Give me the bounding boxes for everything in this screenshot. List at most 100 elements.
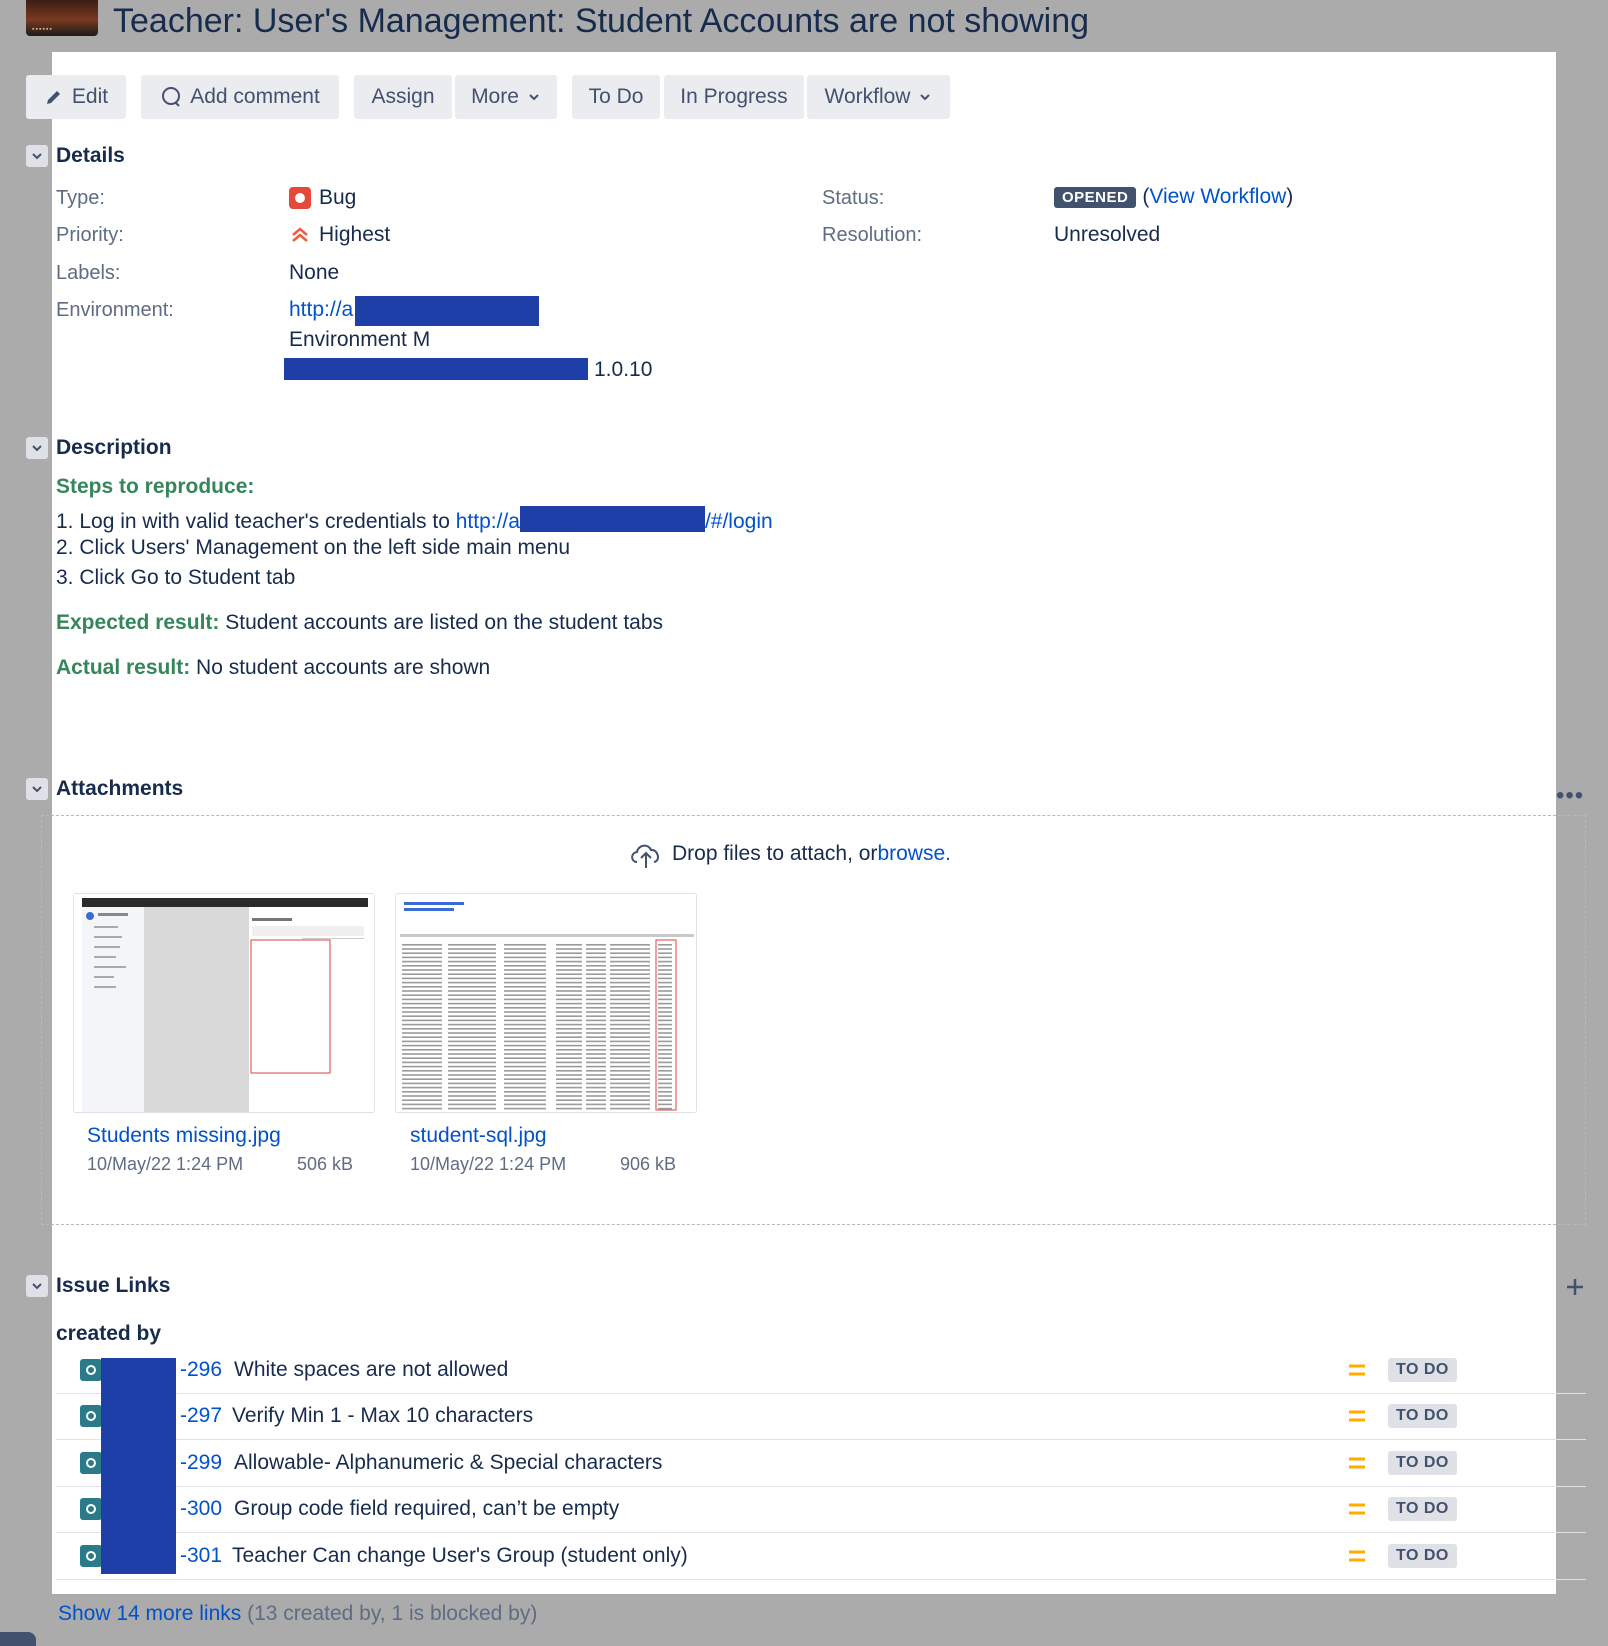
table-line	[658, 956, 672, 959]
table-line	[402, 1023, 442, 1026]
table-line	[610, 1032, 650, 1034]
table-line	[504, 1053, 546, 1055]
edit-label: Edit	[71, 85, 109, 108]
in-progress-button[interactable]: In Progress	[664, 75, 804, 119]
table-line	[658, 1070, 672, 1072]
priority-medium-icon	[1347, 1501, 1367, 1522]
table-line	[504, 1070, 546, 1072]
table-line	[586, 1040, 606, 1043]
table-line	[610, 952, 650, 954]
description-toggle[interactable]	[26, 437, 48, 459]
details-toggle[interactable]	[26, 145, 48, 167]
show-more-links: Show 14 more links (13 created by, 1 is …	[58, 1602, 537, 1626]
table-line	[586, 1044, 606, 1047]
issue-link-row[interactable]: -297 Verify Min 1 - Max 10 characters TO D…	[56, 1394, 1586, 1440]
table-line	[556, 1044, 582, 1047]
status-lozenge[interactable]: OPENED	[1054, 186, 1137, 208]
table-line	[402, 1091, 442, 1093]
table-line	[402, 969, 442, 971]
issue-link-row[interactable]: -299 Allowable- Alphanumeric & Special ch…	[56, 1441, 1586, 1487]
issue-link-row[interactable]: -296 White spaces are not allowed TO DO	[56, 1348, 1586, 1394]
table-line	[504, 1040, 546, 1043]
table-line	[610, 965, 650, 967]
table-line	[504, 994, 546, 996]
project-avatar[interactable]: ▪▪▪▪▪▪	[26, 0, 98, 36]
environment-label: Environment:	[56, 299, 174, 321]
table-line	[504, 1028, 546, 1030]
workflow-button[interactable]: Workflow	[807, 75, 950, 119]
attachments-toggle[interactable]	[26, 778, 48, 800]
table-line	[586, 1053, 606, 1055]
issue-link-row[interactable]: -300 Group code field required, can’t be …	[56, 1487, 1586, 1533]
table-line	[586, 1032, 606, 1034]
show-more-links-link[interactable]: Show 14 more links	[58, 1602, 241, 1625]
status-lozenge[interactable]: TO DO	[1388, 1404, 1457, 1428]
table-line	[610, 960, 650, 963]
issue-key-link[interactable]: -297	[180, 1404, 222, 1428]
attachment-thumbnail[interactable]	[73, 893, 375, 1113]
table-line	[448, 1019, 496, 1022]
status-lozenge[interactable]: TO DO	[1388, 1497, 1457, 1521]
table-line	[586, 1095, 606, 1097]
table-line	[448, 944, 496, 946]
add-comment-button[interactable]: Add comment	[141, 75, 339, 119]
table-line	[504, 1095, 546, 1097]
issue-key-link[interactable]: -301	[180, 1544, 222, 1568]
status-lozenge[interactable]: TO DO	[1388, 1451, 1457, 1475]
table-line	[448, 960, 496, 963]
to-do-button[interactable]: To Do	[572, 75, 660, 119]
student-sql-preview	[396, 894, 696, 1112]
issue-key-link[interactable]: -296	[180, 1358, 222, 1382]
issue-link-row[interactable]: -301 Teacher Can change User's Group (stu…	[56, 1534, 1586, 1580]
table-line	[658, 1019, 672, 1022]
bug-icon	[289, 187, 311, 209]
more-button[interactable]: More	[455, 75, 557, 119]
table-line	[658, 1086, 672, 1089]
attachment-thumbnail[interactable]	[395, 893, 697, 1113]
more-options-icon[interactable]: •••	[1556, 782, 1584, 810]
table-line	[504, 1036, 546, 1038]
drop-text-label: Drop files to attach, or	[672, 842, 878, 865]
status-lozenge[interactable]: TO DO	[1388, 1544, 1457, 1568]
add-link-icon[interactable]	[1564, 1276, 1586, 1298]
edit-button[interactable]: Edit	[26, 75, 126, 119]
attachment-filename[interactable]: Students missing.jpg	[87, 1124, 281, 1148]
table-line	[402, 1103, 442, 1106]
issue-links-toggle[interactable]	[26, 1275, 48, 1297]
table-line	[448, 1044, 496, 1047]
table-line	[658, 1044, 672, 1047]
table-line	[556, 1082, 582, 1085]
browse-link[interactable]: browse.	[877, 842, 951, 866]
table-line	[402, 1036, 442, 1038]
table-line	[402, 1078, 442, 1080]
table-line	[658, 977, 672, 980]
table-line	[610, 1044, 650, 1047]
pencil-icon	[46, 91, 60, 104]
table-line	[504, 1061, 546, 1064]
table-line	[402, 1086, 442, 1089]
table-line	[448, 981, 496, 984]
table-line	[610, 1061, 650, 1064]
table-line	[448, 1002, 496, 1005]
assign-button[interactable]: Assign	[354, 75, 452, 119]
login-link[interactable]: http://a /#/login	[456, 506, 773, 533]
help-bubble[interactable]	[0, 1632, 36, 1646]
table-line	[504, 1074, 546, 1076]
status-lozenge[interactable]: TO DO	[1388, 1358, 1457, 1382]
table-line	[504, 1107, 546, 1110]
environment-link[interactable]: http://a	[289, 298, 353, 322]
issue-key-link[interactable]: -299	[180, 1451, 222, 1475]
table-line	[448, 948, 496, 950]
table-line	[556, 986, 582, 988]
workflow-label: Workflow	[824, 85, 911, 108]
table-line	[556, 1049, 582, 1051]
table-line	[658, 969, 672, 971]
table-line	[586, 1019, 606, 1022]
view-workflow-link[interactable]: View Workflow	[1149, 185, 1286, 208]
steps-heading: Steps to reproduce:	[56, 475, 255, 498]
issue-title[interactable]: Teacher: User's Management: Student Acco…	[113, 2, 1089, 41]
table-line	[610, 1040, 650, 1043]
table-line	[610, 1082, 650, 1085]
issue-key-link[interactable]: -300	[180, 1497, 222, 1521]
attachment-filename[interactable]: student-sql.jpg	[410, 1124, 547, 1148]
